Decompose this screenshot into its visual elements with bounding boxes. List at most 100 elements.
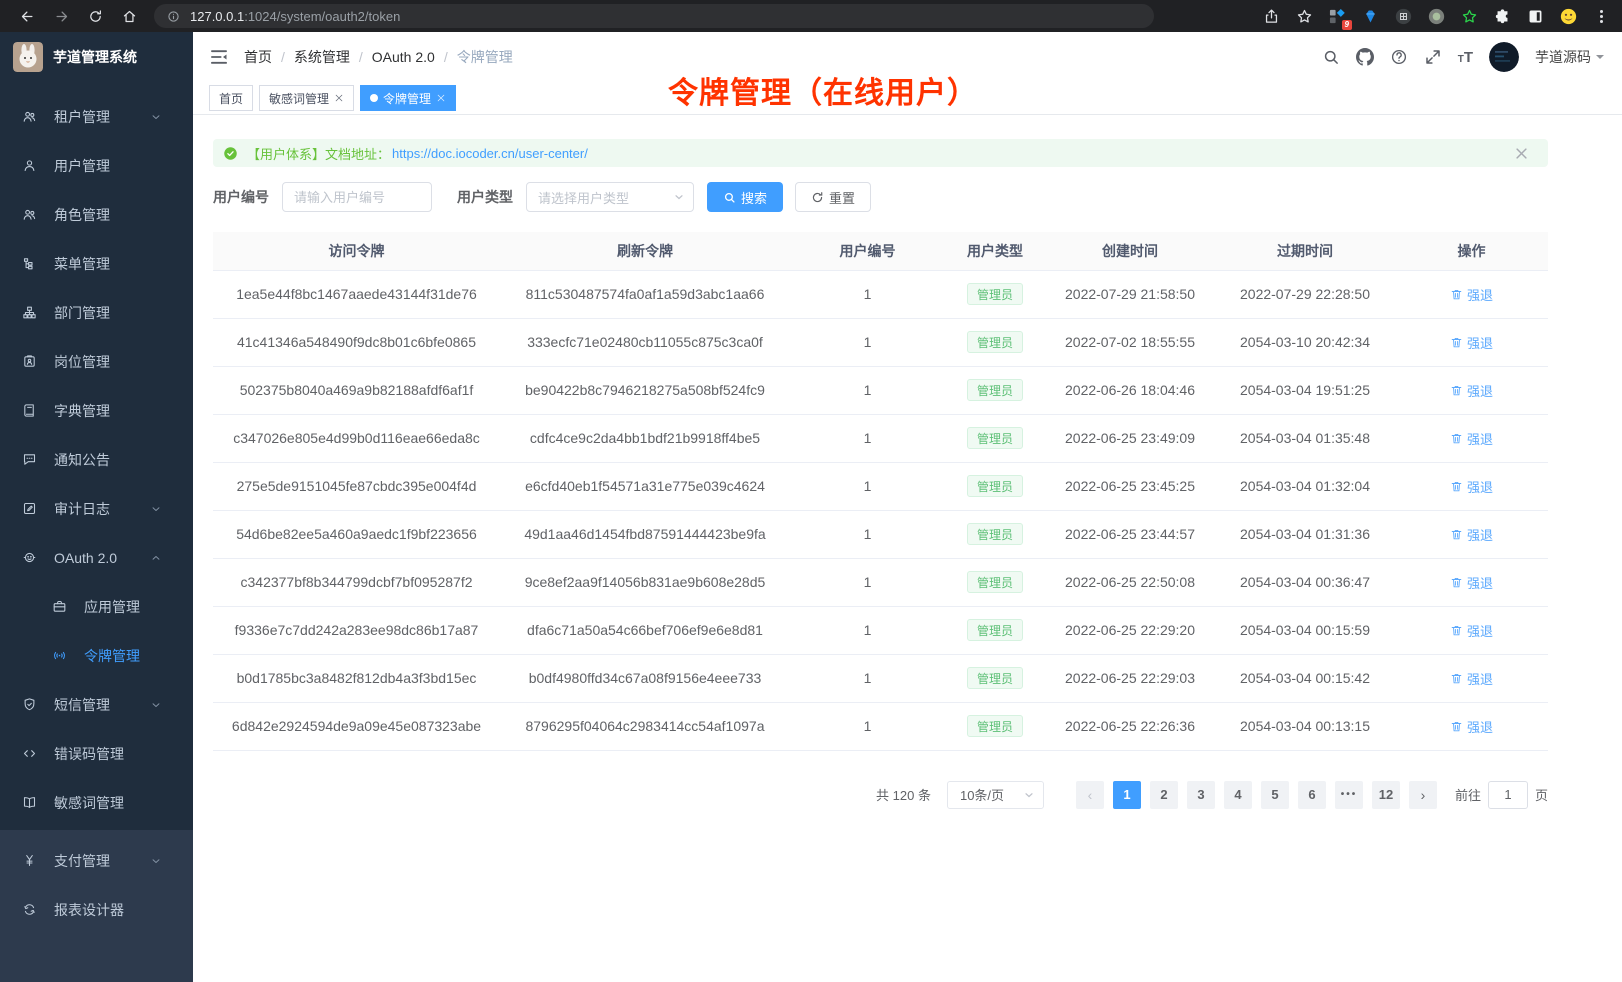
pagination-more[interactable]: •••	[1335, 781, 1363, 809]
force-logout-button[interactable]: 强退	[1450, 429, 1493, 448]
sidebar-item-sensitive[interactable]: 敏感词管理	[0, 778, 193, 827]
pagination-page-3[interactable]: 3	[1187, 781, 1215, 809]
home-icon[interactable]	[117, 4, 141, 28]
sidebar-item-dept[interactable]: 部门管理	[0, 288, 193, 337]
tab-close-icon[interactable]	[436, 93, 446, 103]
info-icon[interactable]	[164, 7, 182, 25]
sidebar-item-menu[interactable]: 菜单管理	[0, 239, 193, 288]
pagination-next[interactable]: ›	[1409, 781, 1437, 809]
search-icon[interactable]	[1322, 48, 1340, 66]
sidebar-item-tenant[interactable]: 租户管理	[0, 92, 193, 141]
refresh-token-cell: 811c530487574fa0af1a59d3abc1aa66	[500, 270, 790, 318]
sidebar-item-dict[interactable]: 字典管理	[0, 386, 193, 435]
search-button[interactable]: 搜索	[707, 182, 783, 212]
sidebar-item-pay[interactable]: 支付管理	[0, 836, 193, 885]
force-logout-button[interactable]: 强退	[1450, 381, 1493, 400]
back-icon[interactable]	[15, 4, 39, 28]
alert-link[interactable]: https://doc.iocoder.cn/user-center/	[392, 146, 588, 161]
force-logout-button[interactable]: 强退	[1450, 333, 1493, 352]
puzzle-icon[interactable]	[1491, 5, 1513, 27]
command-circle-icon[interactable]	[1392, 5, 1414, 27]
sidebar-toggle-icon[interactable]	[1524, 5, 1546, 27]
breadcrumb-item[interactable]: 首页	[244, 47, 272, 67]
tab-close-icon[interactable]	[334, 93, 344, 103]
sidebar-item-oauth2-app[interactable]: 应用管理	[0, 582, 193, 631]
app-logo[interactable]: 芋道管理系统	[0, 32, 193, 82]
share-icon[interactable]	[1260, 5, 1282, 27]
fullscreen-icon[interactable]	[1424, 48, 1442, 66]
created-time-cell: 2022-06-25 22:29:20	[1045, 606, 1215, 654]
pagination-page-6[interactable]: 6	[1298, 781, 1326, 809]
green-star-icon[interactable]	[1458, 5, 1480, 27]
reset-button[interactable]: 重置	[795, 182, 871, 212]
action-cell: 强退	[1395, 654, 1548, 702]
sidebar-item-post[interactable]: 岗位管理	[0, 337, 193, 386]
pagination-page-4[interactable]: 4	[1224, 781, 1252, 809]
force-logout-label: 强退	[1467, 621, 1493, 640]
profile-emoji-icon[interactable]	[1557, 5, 1579, 27]
force-logout-label: 强退	[1467, 669, 1493, 688]
address-bar[interactable]: 127.0.0.1:1024/system/oauth2/token	[154, 4, 1154, 28]
sidebar-item-report[interactable]: 报表设计器	[0, 885, 193, 934]
access-token-cell: c342377bf8b344799dcbf7bf095287f2	[213, 558, 500, 606]
sidebar-item-user[interactable]: 用户管理	[0, 141, 193, 190]
record-dot-icon[interactable]	[1425, 5, 1447, 27]
sidebar-item-sms[interactable]: 短信管理	[0, 680, 193, 729]
gem-icon[interactable]	[1359, 5, 1381, 27]
help-icon[interactable]	[1390, 48, 1408, 66]
reload-icon[interactable]	[83, 4, 107, 28]
sidebar-item-oauth2-token[interactable]: 令牌管理	[0, 631, 193, 680]
pay-icon	[22, 853, 37, 868]
sidebar-item-role[interactable]: 角色管理	[0, 190, 193, 239]
pagination-page-2[interactable]: 2	[1150, 781, 1178, 809]
goto-page-input[interactable]	[1488, 781, 1528, 809]
sidebar-item-notice[interactable]: 通知公告	[0, 435, 193, 484]
pagination-page-1[interactable]: 1	[1113, 781, 1141, 809]
browser-menu-icon[interactable]	[1590, 5, 1612, 27]
force-logout-button[interactable]: 强退	[1450, 573, 1493, 592]
user-type-select[interactable]: 请选择用户类型	[526, 182, 694, 212]
trash-icon	[1450, 480, 1463, 493]
expire-time-cell: 2054-03-04 01:31:36	[1215, 510, 1395, 558]
avatar[interactable]	[1489, 42, 1519, 72]
extension-blocks-icon[interactable]: 9	[1326, 5, 1348, 27]
force-logout-button[interactable]: 强退	[1450, 477, 1493, 496]
force-logout-button[interactable]: 强退	[1450, 669, 1493, 688]
user-id-input[interactable]	[282, 182, 432, 212]
tab-敏感词管理[interactable]: 敏感词管理	[259, 85, 354, 111]
bookmark-star-icon[interactable]	[1293, 5, 1315, 27]
reset-button-label: 重置	[829, 188, 855, 207]
created-time-cell: 2022-06-25 22:50:08	[1045, 558, 1215, 606]
check-circle-icon	[223, 146, 238, 161]
github-icon[interactable]	[1356, 48, 1374, 66]
pagination-page-12[interactable]: 12	[1372, 781, 1400, 809]
username-dropdown[interactable]: 芋道源码	[1535, 47, 1604, 67]
tab-令牌管理[interactable]: 令牌管理	[360, 85, 456, 111]
page-size-select[interactable]: 10条/页	[947, 781, 1044, 809]
sidebar-item-errcode[interactable]: 错误码管理	[0, 729, 193, 778]
force-logout-button[interactable]: 强退	[1450, 525, 1493, 544]
table-row: 1ea5e44f8bc1467aaede43144f31de76811c5304…	[213, 270, 1548, 318]
close-icon[interactable]	[1514, 146, 1529, 161]
user-id-cell: 1	[790, 702, 945, 750]
sidebar-item-audit[interactable]: 审计日志	[0, 484, 193, 533]
force-logout-button[interactable]: 强退	[1450, 621, 1493, 640]
tab-首页[interactable]: 首页	[209, 85, 253, 111]
pagination-page-5[interactable]: 5	[1261, 781, 1289, 809]
chevron-down-icon	[150, 503, 162, 515]
goto-page: 前往 页	[1455, 781, 1548, 809]
breadcrumb-item[interactable]: 系统管理	[294, 47, 350, 67]
column-header: 过期时间	[1215, 232, 1395, 270]
pagination-prev[interactable]: ‹	[1076, 781, 1104, 809]
font-size-icon[interactable]: TT	[1458, 49, 1473, 66]
sidebar-item-label: 令牌管理	[84, 646, 140, 666]
user-type-cell: 管理员	[945, 702, 1045, 750]
forward-icon[interactable]	[49, 4, 73, 28]
sidebar-item-oauth2[interactable]: OAuth 2.0	[0, 533, 193, 582]
force-logout-button[interactable]: 强退	[1450, 717, 1493, 736]
force-logout-button[interactable]: 强退	[1450, 285, 1493, 304]
hamburger-icon[interactable]	[209, 47, 229, 67]
breadcrumb-item[interactable]: OAuth 2.0	[372, 49, 435, 65]
filter-bar: 用户编号 用户类型 请选择用户类型 搜索 重置	[213, 182, 1548, 212]
user-type-tag: 管理员	[967, 571, 1023, 593]
